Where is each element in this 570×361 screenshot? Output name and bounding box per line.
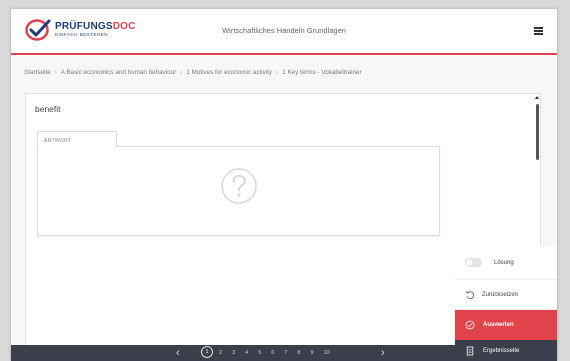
page-current[interactable]: 1 [201, 346, 213, 358]
question-text: benefit [35, 104, 61, 114]
breadcrumb-item-chapter[interactable]: A Basic economics and human behaviour [61, 69, 177, 76]
question-mark-icon [221, 168, 257, 204]
document-icon [466, 346, 474, 355]
previous-page-arrow-icon[interactable]: ‹ [176, 347, 180, 359]
page-number[interactable]: 2 [219, 350, 222, 356]
reset-button[interactable]: Zurücksetzen [455, 280, 557, 310]
page-number[interactable]: 6 [271, 350, 274, 356]
evaluate-button[interactable]: Auswerten [455, 310, 557, 340]
page-number[interactable]: 10 [324, 350, 330, 356]
scroll-thumb[interactable] [536, 104, 539, 160]
page-list: 1 2 3 4 5 6 7 8 9 10 [201, 346, 340, 358]
scroll-up-arrow-icon[interactable] [535, 96, 539, 99]
hamburger-menu-icon[interactable] [534, 27, 543, 35]
page-number[interactable]: 9 [310, 350, 313, 356]
breadcrumb-separator-icon: › [54, 69, 57, 76]
page-number[interactable]: 4 [245, 350, 248, 356]
page-number[interactable]: 5 [258, 350, 261, 356]
undo-icon [465, 290, 475, 299]
results-page-button[interactable]: Ergebnisseite [455, 340, 557, 361]
pagination-bar: ‹ 1 2 3 4 5 6 7 8 9 10 › [11, 345, 455, 361]
solution-label: Lösung [494, 259, 514, 266]
page-number[interactable]: 8 [297, 350, 300, 356]
breadcrumb-separator-icon: › [180, 69, 183, 76]
results-label: Ergebnisseite [483, 347, 520, 354]
reset-label: Zurücksetzen [482, 291, 519, 298]
breadcrumb-item-section[interactable]: 1 Motives for economic activity [186, 69, 272, 76]
side-action-panel: Lösung Zurücksetzen Auswerten Ergebnisse… [455, 246, 557, 361]
breadcrumb: Startseite › A Basic economics and human b… [24, 69, 362, 76]
app-window: PRÜFUNGSDOC EINFACH BESTEHEN Wirtschaftl… [11, 9, 557, 361]
header: PRÜFUNGSDOC EINFACH BESTEHEN Wirtschaftl… [11, 9, 557, 55]
answer-tab[interactable]: ANTWORT [37, 131, 117, 147]
page-title: Wirtschaftliches Handeln Grundlagen [222, 26, 346, 35]
answer-box[interactable] [37, 146, 440, 236]
toggle-switch[interactable] [465, 258, 482, 267]
check-circle-icon [465, 320, 475, 330]
scrollbar[interactable] [534, 96, 540, 236]
page-number[interactable]: 3 [232, 350, 235, 356]
breadcrumb-item-current: 1 Key terms - Vokabeltrainer [282, 69, 362, 76]
breadcrumb-separator-icon: › [276, 69, 279, 76]
evaluate-label: Auswerten [483, 322, 514, 328]
page-number[interactable]: 7 [284, 350, 287, 356]
breadcrumb-item-home[interactable]: Startseite [24, 69, 51, 76]
next-page-arrow-icon[interactable]: › [381, 347, 385, 359]
solution-toggle-button[interactable]: Lösung [455, 246, 557, 280]
